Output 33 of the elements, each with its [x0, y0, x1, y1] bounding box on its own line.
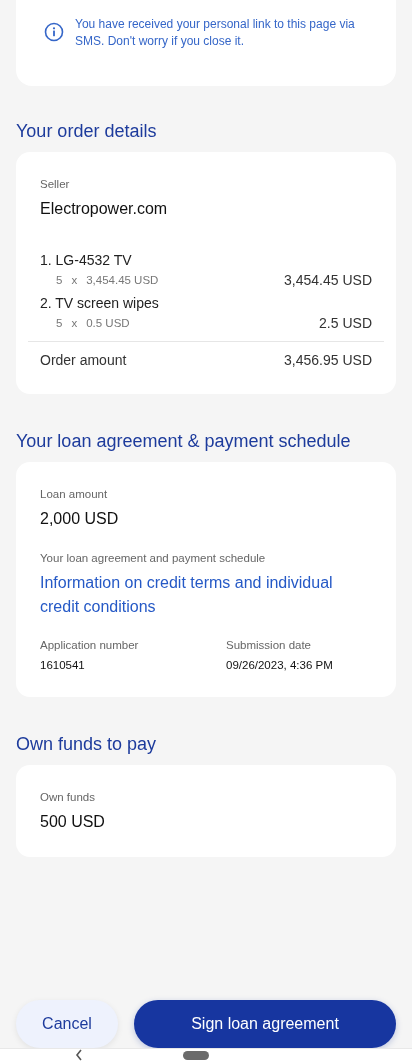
- own-funds-amount: 500 USD: [40, 812, 106, 832]
- item-total: 2.5 USD: [319, 314, 372, 333]
- application-number: 1610541: [40, 658, 86, 673]
- item-name: 1. LG-4532 TV: [40, 251, 133, 270]
- item-quantity: 5: [56, 316, 63, 331]
- info-icon: [44, 22, 64, 42]
- section-title: Your order details: [16, 120, 158, 142]
- unit-price: 3,454.45 USD: [86, 273, 159, 288]
- loan-amount: 2,000 USD: [40, 509, 120, 529]
- sign-button[interactable]: Sign loan agreement: [134, 1000, 396, 1048]
- field-label: Seller: [40, 177, 71, 192]
- order-amount-label: Order amount: [40, 351, 127, 370]
- item-name: 2. TV screen wipes: [40, 294, 160, 313]
- field-label: Own funds: [40, 790, 96, 805]
- item-quantity: 5: [56, 273, 63, 288]
- credit-terms-link[interactable]: Information on credit terms and individual credit conditions: [40, 571, 372, 619]
- submission-date: 09/26/2023, 4:36 PM: [226, 658, 334, 673]
- field-label: Loan amount: [40, 487, 109, 502]
- notice-text: You have received your personal link to this page via SMS. Don't worry if you close it.: [75, 16, 356, 50]
- home-pill-icon[interactable]: [183, 1050, 209, 1060]
- field-label: Application number: [40, 638, 140, 653]
- seller-name: Electropower.com: [40, 199, 169, 219]
- field-label: Your loan agreement and payment schedule: [40, 551, 267, 566]
- times-sign: x: [71, 316, 78, 331]
- section-title: Own funds to pay: [16, 733, 158, 755]
- back-icon[interactable]: [75, 1049, 83, 1061]
- field-label: Submission date: [226, 638, 313, 653]
- section-title: Your loan agreement & payment schedule: [16, 430, 352, 452]
- unit-price: 0.5 USD: [86, 316, 130, 331]
- order-amount: 3,456.95 USD: [284, 351, 372, 370]
- item-total: 3,454.45 USD: [284, 271, 372, 290]
- cancel-button[interactable]: Cancel: [16, 1000, 118, 1048]
- times-sign: x: [71, 273, 78, 288]
